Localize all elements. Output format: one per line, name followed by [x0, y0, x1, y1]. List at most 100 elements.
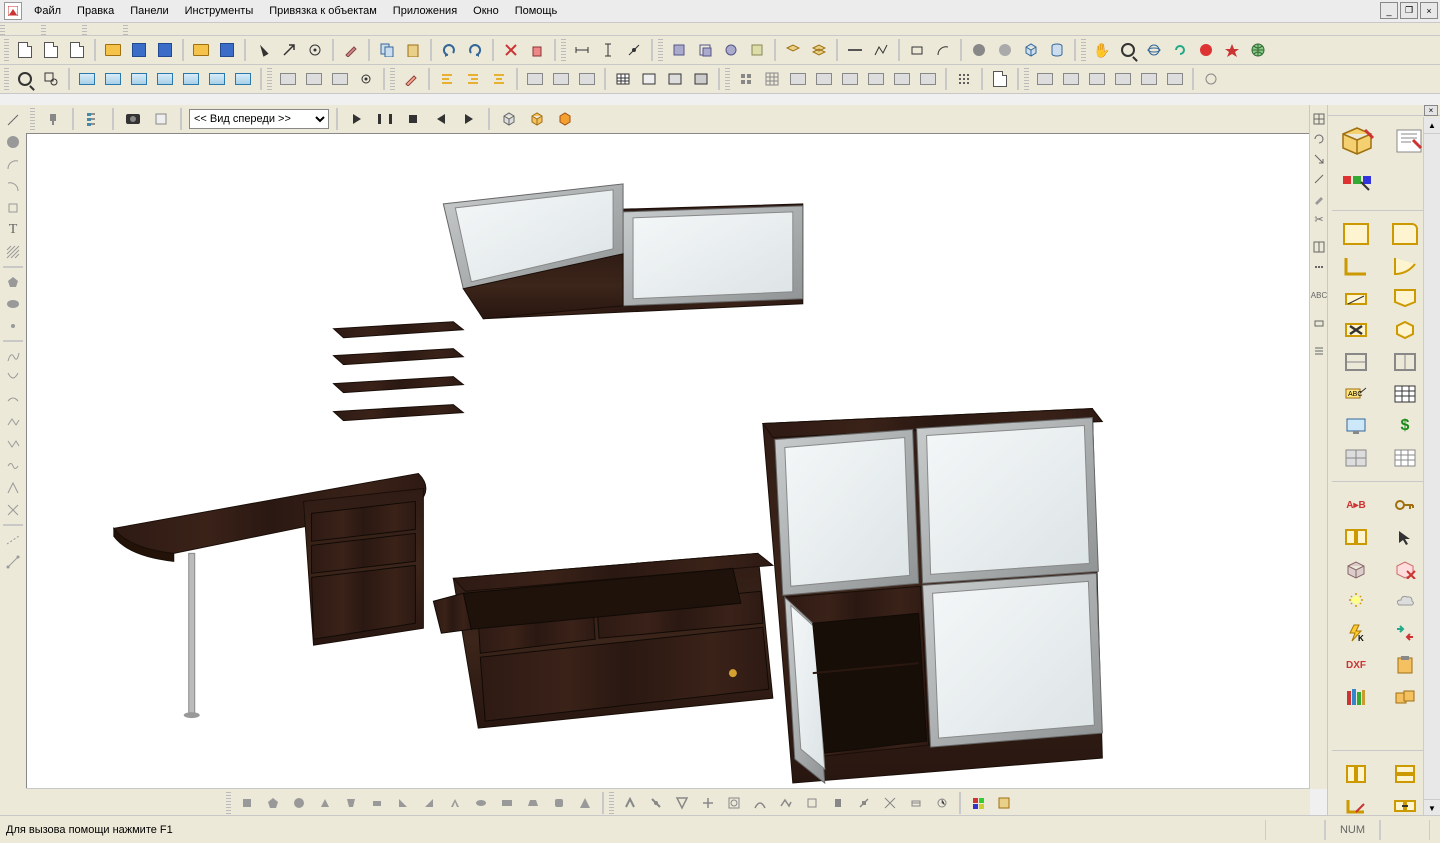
ellipse-button[interactable] [1, 293, 25, 315]
isocube3-button[interactable] [553, 107, 577, 131]
rp-panel4-button[interactable] [1389, 253, 1421, 279]
rp-panel6-button[interactable] [1389, 285, 1421, 311]
spline3-button[interactable] [1, 389, 25, 411]
layout1-button[interactable] [276, 67, 300, 91]
dist1-button[interactable] [523, 67, 547, 91]
view6-button[interactable] [205, 67, 229, 91]
layers-button[interactable] [149, 107, 173, 131]
del2-button[interactable] [525, 38, 549, 62]
bt2-12[interactable] [904, 791, 928, 815]
bt2-10[interactable] [852, 791, 876, 815]
cube3d-button[interactable] [1019, 38, 1043, 62]
rp-panel3-button[interactable] [1340, 253, 1372, 279]
dim2-button[interactable] [596, 38, 620, 62]
rp-splitv-button[interactable] [1340, 761, 1372, 787]
draw-circle-button[interactable] [1, 131, 25, 153]
layer1-button[interactable] [781, 38, 805, 62]
rp-tools-button[interactable] [1340, 317, 1372, 343]
dots-button[interactable] [952, 67, 976, 91]
snap1-button[interactable] [277, 38, 301, 62]
rp-money-button[interactable]: $ [1389, 413, 1421, 439]
bt-11[interactable] [495, 791, 519, 815]
draw-line-button[interactable] [1, 109, 25, 131]
bt2-1[interactable] [618, 791, 642, 815]
rp-light-button[interactable] [1340, 588, 1372, 614]
gear2-button[interactable] [1199, 67, 1223, 91]
rs-grid-button[interactable] [1310, 109, 1328, 129]
panel2-button[interactable] [1059, 67, 1083, 91]
rp-grid2-button[interactable] [1389, 445, 1421, 471]
view7-button[interactable] [231, 67, 255, 91]
spline6-button[interactable] [1, 455, 25, 477]
spline5-button[interactable] [1, 433, 25, 455]
refresh-button[interactable] [1168, 38, 1192, 62]
bt-12[interactable] [521, 791, 545, 815]
hand-button[interactable]: ✋ [1090, 38, 1114, 62]
rs-list-button[interactable] [1310, 341, 1328, 361]
bt-color-button[interactable] [966, 791, 990, 815]
rp-screen-button[interactable] [1340, 413, 1372, 439]
open-button[interactable] [101, 38, 125, 62]
menu-edit[interactable]: Правка [69, 2, 122, 20]
stop-red-button[interactable] [1194, 38, 1218, 62]
zoom2-button[interactable] [13, 67, 37, 91]
rect-button[interactable] [905, 38, 929, 62]
rp-atob-button[interactable]: A▸B [1340, 492, 1372, 518]
area4-button[interactable] [745, 38, 769, 62]
menu-help[interactable]: Помощь [507, 2, 566, 20]
view3-button[interactable] [127, 67, 151, 91]
rp-panel9-button[interactable] [1389, 349, 1421, 375]
dist2-button[interactable] [549, 67, 573, 91]
rs-line-button[interactable] [1310, 169, 1328, 189]
panel-colors-button[interactable] [1334, 164, 1380, 202]
line2-button[interactable] [869, 38, 893, 62]
rs-pencil-button[interactable] [1310, 189, 1328, 209]
xtool-button[interactable] [1, 499, 25, 521]
rp-clipboard-button[interactable] [1389, 652, 1421, 678]
panel6-button[interactable] [1163, 67, 1187, 91]
save2-button[interactable] [215, 38, 239, 62]
dim1-button[interactable] [570, 38, 594, 62]
page-button[interactable] [988, 67, 1012, 91]
rs-arrow-button[interactable] [1310, 149, 1328, 169]
copy-button[interactable] [375, 38, 399, 62]
bt-2[interactable] [261, 791, 285, 815]
rp-dxf-button[interactable]: DXF [1340, 652, 1372, 678]
menu-file[interactable]: Файл [26, 2, 69, 20]
bt-10[interactable] [469, 791, 493, 815]
bt2-5[interactable] [722, 791, 746, 815]
del-button[interactable] [499, 38, 523, 62]
bt2-8[interactable] [800, 791, 824, 815]
dist3-button[interactable] [575, 67, 599, 91]
bt-13[interactable] [547, 791, 571, 815]
draw-pencil-button[interactable] [399, 67, 423, 91]
poly-button[interactable] [1, 271, 25, 293]
cfg-button[interactable] [354, 67, 378, 91]
zoom-button[interactable] [1116, 38, 1140, 62]
grid5-button[interactable] [838, 67, 862, 91]
panel-close-button[interactable]: × [1424, 105, 1438, 116]
rs-label-button[interactable]: ABC [1310, 285, 1328, 305]
rp-label-button[interactable]: ABC [1340, 381, 1372, 407]
isocube1-button[interactable] [497, 107, 521, 131]
pause-button[interactable] [373, 107, 397, 131]
table1-button[interactable] [611, 67, 635, 91]
text-tool-button[interactable]: T [1, 219, 25, 241]
menu-panels[interactable]: Панели [122, 2, 176, 20]
rp-table-button[interactable] [1389, 381, 1421, 407]
dim3-button[interactable] [622, 38, 646, 62]
bt-palette-button[interactable] [992, 791, 1016, 815]
sphere2-button[interactable] [993, 38, 1017, 62]
grid8-button[interactable] [916, 67, 940, 91]
rp-panel7-button[interactable] [1389, 317, 1421, 343]
spline1-button[interactable] [1, 345, 25, 367]
paste-button[interactable] [401, 38, 425, 62]
rp-flash-button[interactable]: K [1340, 620, 1372, 646]
isocube2-button[interactable] [525, 107, 549, 131]
view2-button[interactable] [101, 67, 125, 91]
bt2-13[interactable] [930, 791, 954, 815]
bt-4[interactable] [313, 791, 337, 815]
undo-button[interactable] [437, 38, 461, 62]
rp-split-button[interactable] [1340, 524, 1372, 550]
view1-button[interactable] [75, 67, 99, 91]
